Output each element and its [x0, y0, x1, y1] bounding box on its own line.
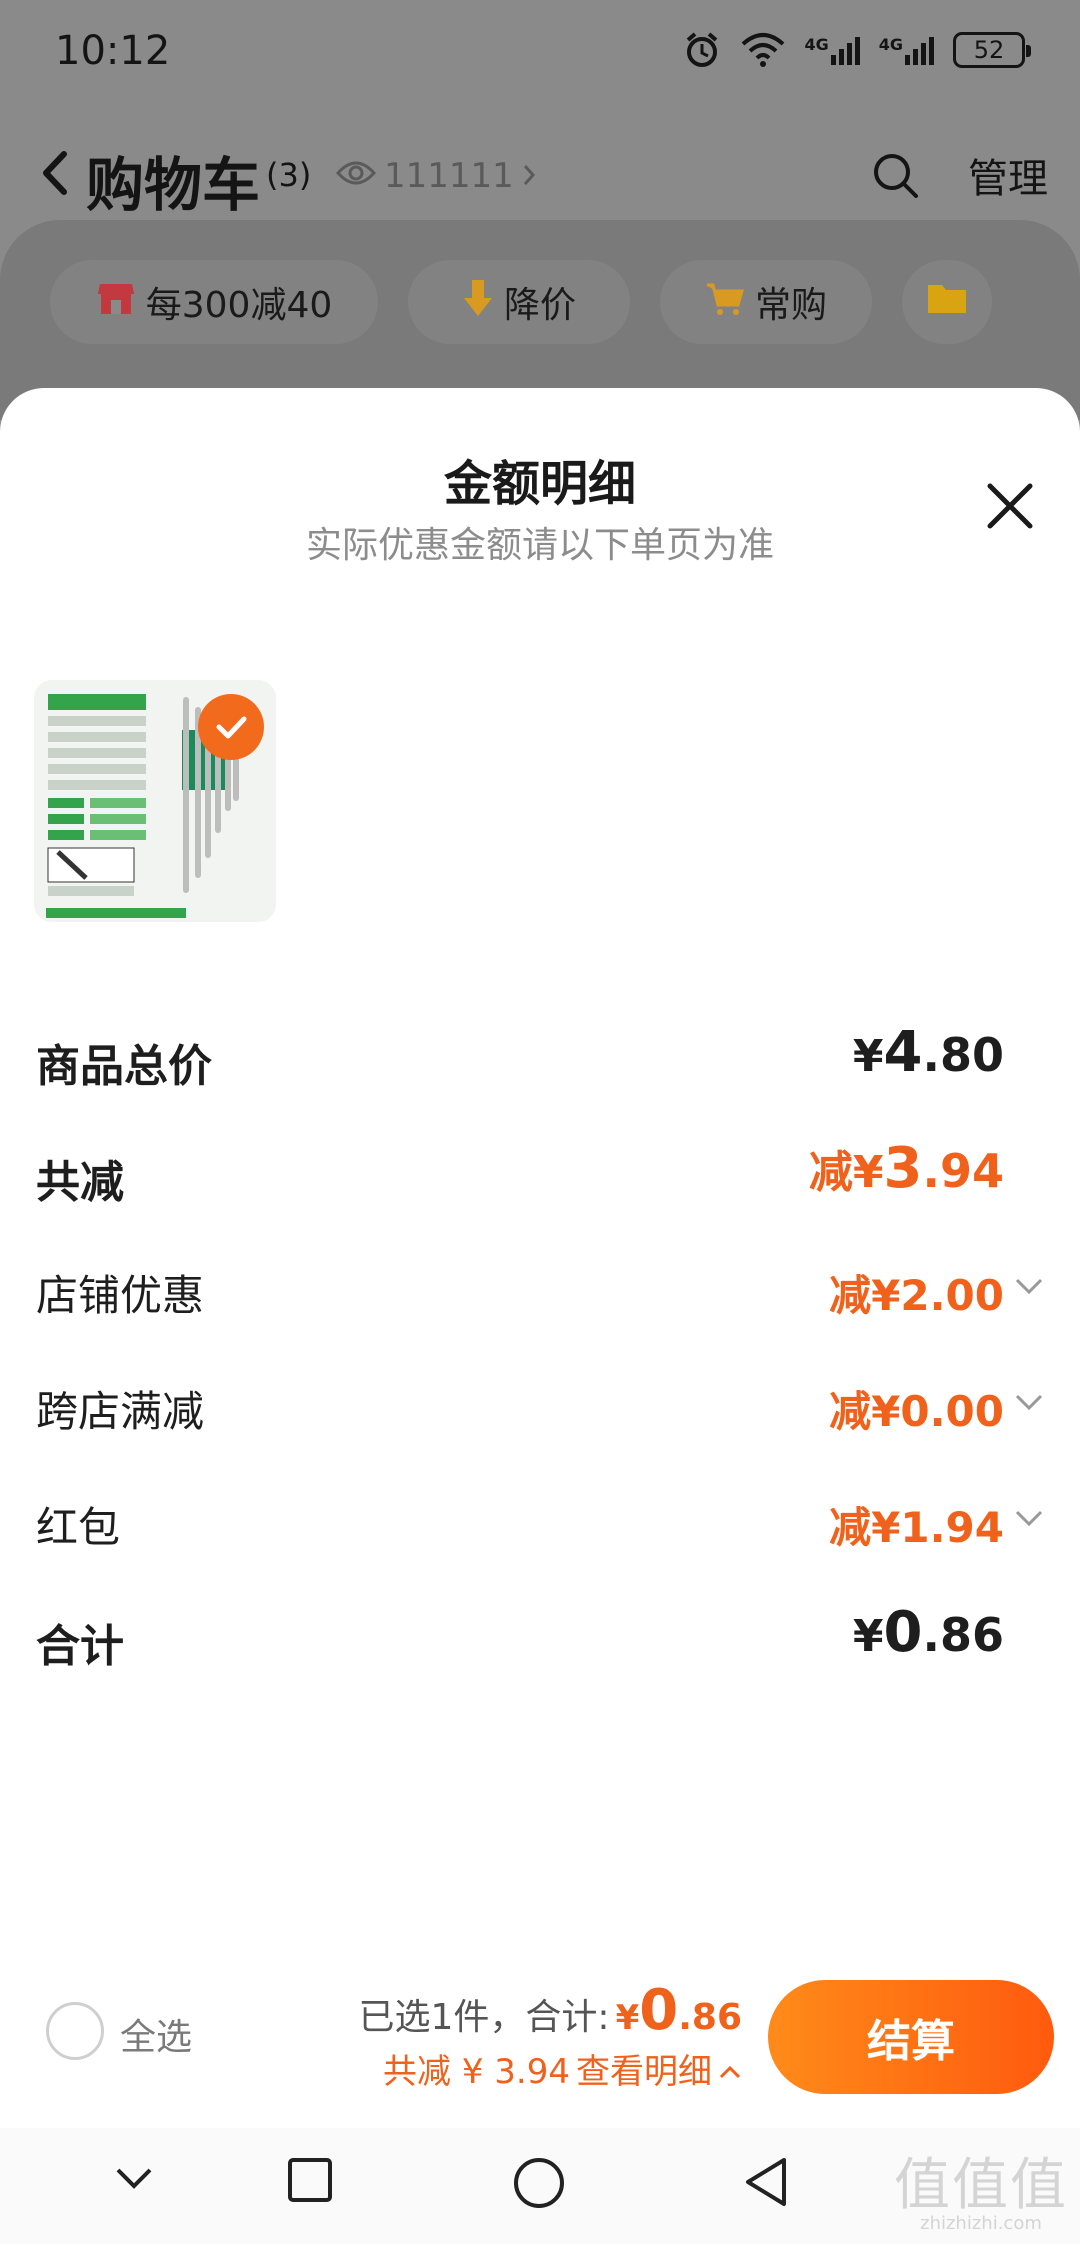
- eye-icon: [335, 156, 377, 196]
- system-nav-bar: 值值值 zhizhizhi.com: [0, 2128, 1080, 2244]
- status-icons: 4G 4G 52: [682, 30, 1031, 70]
- row-goods-total: 商品总价 ¥4.80: [36, 1020, 1044, 1092]
- manage-button[interactable]: 管理: [968, 146, 1048, 204]
- row-cross-store-discount[interactable]: 跨店满减 减¥0.00: [36, 1368, 1044, 1438]
- status-time: 10:12: [55, 28, 171, 74]
- chip-frequent[interactable]: 常购: [660, 260, 872, 344]
- row-shop-discount-value: 减¥2.00: [829, 1271, 1004, 1320]
- view-detail-link[interactable]: 查看明细: [576, 2044, 712, 2093]
- cart-header: 购物车 (3) 111111 管理: [0, 130, 1080, 220]
- row-cross-store-label: 跨店满减: [36, 1387, 205, 1436]
- status-bar: 10:12 4G 4G 52: [0, 0, 1080, 100]
- row-grand-total: 合计 ¥0.86: [36, 1600, 1044, 1672]
- select-all-radio[interactable]: [46, 2002, 104, 2060]
- follower-number: 111111: [384, 156, 514, 196]
- row-red-packet-label: 红包: [36, 1503, 121, 1552]
- watermark-logo: 值值值 zhizhizhi.com: [894, 2140, 1068, 2234]
- cart-icon: [705, 279, 745, 326]
- row-goods-total-value: ¥4.80: [852, 1020, 1004, 1085]
- signal-icon-2: 4G: [879, 35, 935, 65]
- filter-chips: 每300减40 降价 常购: [50, 260, 992, 344]
- row-goods-total-label: 商品总价: [36, 1041, 212, 1092]
- discount-text: 共减 ¥ 3.94: [383, 2052, 570, 2092]
- row-cross-store-value: 减¥0.00: [829, 1387, 1004, 1436]
- wifi-icon: [740, 32, 786, 68]
- selected-count-text: 已选1件，合计:: [358, 1997, 610, 2038]
- checkout-button[interactable]: 结算: [768, 1980, 1054, 2094]
- row-grand-total-label: 合计: [36, 1621, 124, 1672]
- follower-count[interactable]: 111111: [335, 156, 536, 196]
- cart-count: (3): [266, 156, 312, 194]
- chip-folder[interactable]: [902, 260, 992, 344]
- selected-check-icon[interactable]: [198, 694, 264, 760]
- shop-icon: [96, 280, 136, 325]
- chip-discount-label: 每300减40: [145, 285, 333, 326]
- row-red-packet-value: 减¥1.94: [829, 1503, 1004, 1552]
- alarm-icon: [682, 30, 722, 70]
- nav-down-icon[interactable]: [112, 2156, 156, 2204]
- chip-price-drop[interactable]: 降价: [408, 260, 630, 344]
- sheet-subtitle: 实际优惠金额请以下单页为准: [305, 525, 774, 566]
- chip-price-drop-label: 降价: [503, 285, 576, 326]
- chip-discount[interactable]: 每300减40: [50, 260, 378, 344]
- row-red-packet[interactable]: 红包 减¥1.94: [36, 1484, 1044, 1554]
- chevron-down-icon[interactable]: [1014, 1276, 1044, 1300]
- checkout-bar: 全选 已选1件，合计: ¥0.86 共减 ¥ 3.94 查看明细 结算: [0, 1950, 1080, 2128]
- sheet-title: 金额明细: [443, 456, 636, 512]
- checkout-total: ¥0.86: [615, 1978, 742, 2043]
- row-total-discount-value: 减¥3.94: [808, 1136, 1004, 1201]
- nav-home-icon[interactable]: [512, 2156, 566, 2214]
- chevron-up-icon[interactable]: [718, 2049, 742, 2089]
- selected-summary: 已选1件，合计: ¥0.86: [359, 1978, 742, 2043]
- row-total-discount: 共减 减¥3.94: [36, 1136, 1044, 1208]
- search-icon[interactable]: [870, 150, 920, 204]
- close-icon[interactable]: [984, 480, 1036, 536]
- row-shop-discount[interactable]: 店铺优惠 减¥2.00: [36, 1252, 1044, 1322]
- chevron-down-icon[interactable]: [1014, 1392, 1044, 1416]
- watermark-text: 值值值: [894, 2153, 1068, 2218]
- signal-icon-1: 4G: [804, 35, 860, 65]
- price-drop-icon: [462, 278, 494, 327]
- row-total-discount-label: 共减: [36, 1157, 124, 1208]
- nav-back-icon[interactable]: [742, 2156, 790, 2212]
- select-all-label[interactable]: 全选: [120, 2008, 192, 2060]
- nav-recents-icon[interactable]: [286, 2156, 334, 2208]
- back-arrow-icon[interactable]: [38, 148, 72, 202]
- cart-title: 购物车: [86, 151, 261, 219]
- chevron-right-icon: [522, 156, 536, 196]
- folder-icon: [926, 281, 968, 324]
- row-shop-discount-label: 店铺优惠: [36, 1271, 205, 1320]
- chip-frequent-label: 常购: [754, 285, 827, 326]
- price-detail-sheet: 金额明细 实际优惠金额请以下单页为准 商品总价 ¥4.80 共减 减¥3.94 …: [0, 388, 1080, 2128]
- chevron-down-icon[interactable]: [1014, 1508, 1044, 1532]
- discount-summary[interactable]: 共减 ¥ 3.94 查看明细: [383, 2044, 742, 2093]
- battery-indicator: 52: [953, 32, 1031, 68]
- row-grand-total-value: ¥0.86: [852, 1600, 1004, 1665]
